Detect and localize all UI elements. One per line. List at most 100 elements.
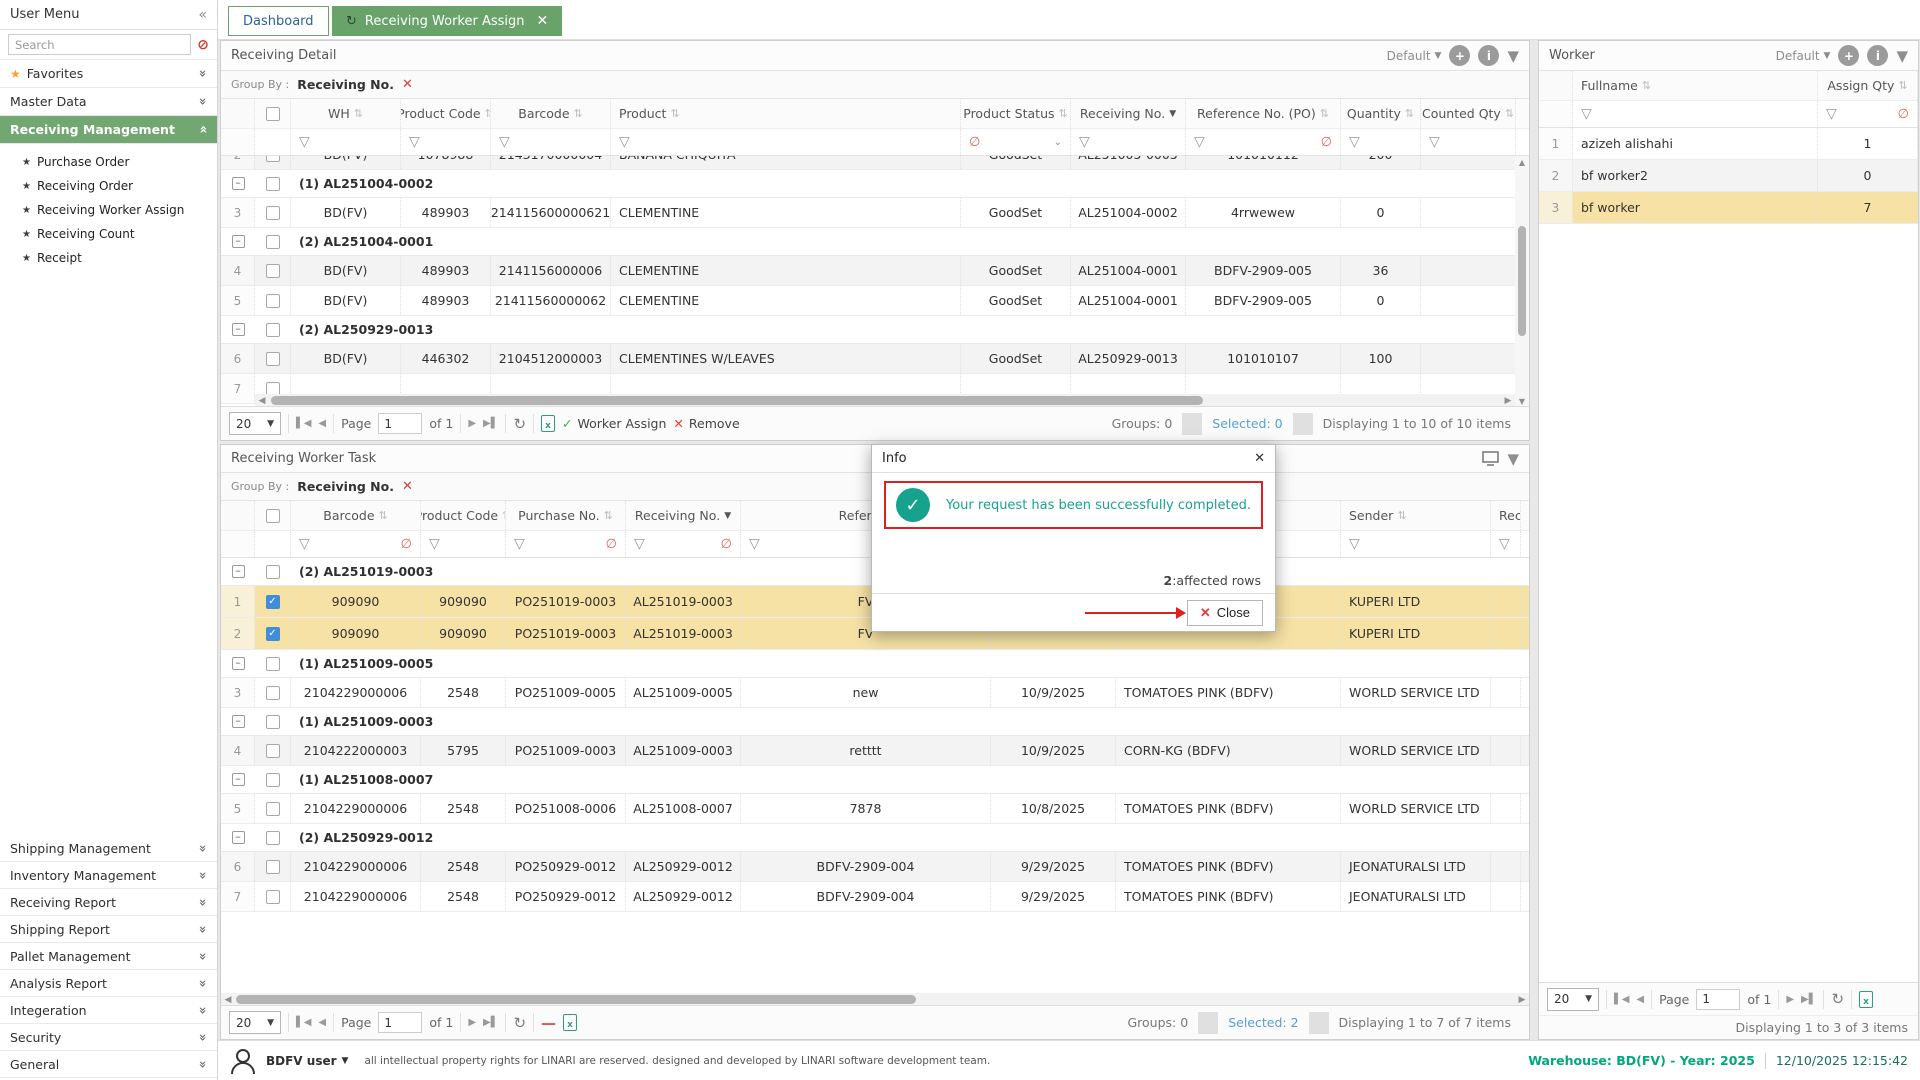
row-checkbox[interactable]	[266, 802, 280, 816]
sort-icon[interactable]: ⇅	[1059, 107, 1068, 120]
sidebar-item-receiving-report[interactable]: Receiving Report«	[0, 889, 217, 916]
group-row[interactable]: –(2) AL250929-0012	[221, 824, 1529, 852]
scroll-left-icon[interactable]: ◀	[255, 396, 269, 406]
sidebar-item-receiving-order[interactable]: ★Receiving Order	[0, 174, 217, 198]
sort-icon[interactable]: ⇅	[670, 107, 679, 120]
scroll-right-icon[interactable]: ▶	[1515, 995, 1529, 1005]
first-page-button[interactable]: ▌◀	[296, 1017, 311, 1028]
row-checkbox[interactable]	[266, 890, 280, 904]
sidebar-item-shipping-report[interactable]: Shipping Report«	[0, 916, 217, 943]
column-header-Product Status[interactable]: Product Status⇅	[961, 99, 1071, 128]
collapse-group-icon[interactable]: –	[232, 657, 245, 670]
column-header-Counted Qty[interactable]: Counted Qty⇅	[1421, 99, 1516, 128]
column-header-Receiving No.[interactable]: Receiving No.▼	[1071, 99, 1186, 128]
filter-funnel-icon[interactable]: ▽	[514, 536, 525, 552]
table-row[interactable]: 2BD(FV)10789882143170000004BANANA CHIQUI…	[221, 156, 1529, 170]
table-row[interactable]: 4BD(FV)4899032141156000006CLEMENTINEGood…	[221, 256, 1529, 286]
filter-funnel-icon[interactable]: ▽	[1499, 536, 1510, 552]
filter-funnel-icon[interactable]: ▽	[299, 536, 310, 552]
page-size-select[interactable]: 20▼	[229, 1011, 281, 1034]
sort-icon[interactable]: ⇅	[1642, 79, 1651, 92]
sidebar-item-receiving-management[interactable]: Receiving Management «	[0, 116, 217, 144]
column-header-Quantity[interactable]: Quantity⇅	[1341, 99, 1421, 128]
filter-select-icon[interactable]: ⌄	[1054, 137, 1062, 148]
last-page-button[interactable]: ▶▌	[483, 418, 498, 429]
excel-export-icon[interactable]: x	[1859, 991, 1873, 1008]
filter-funnel-icon[interactable]: ▽	[499, 134, 510, 150]
close-button[interactable]: ✕ Close	[1187, 600, 1263, 626]
sidebar-item-analysis-report[interactable]: Analysis Report«	[0, 970, 217, 997]
column-header-Rec[interactable]: Rec⇅	[1491, 501, 1521, 530]
sidebar-item-shipping-management[interactable]: Shipping Management«	[0, 835, 217, 862]
filter-funnel-icon[interactable]: ▽	[299, 134, 310, 150]
column-header-WH[interactable]: WH⇅	[291, 99, 401, 128]
table-row[interactable]: 3BD(FV)489903214115600000621CLEMENTINEGo…	[221, 198, 1529, 228]
group-checkbox[interactable]	[266, 773, 280, 787]
row-checkbox[interactable]: ✓	[266, 595, 280, 609]
row-checkbox[interactable]	[266, 352, 280, 366]
collapse-group-icon[interactable]: –	[232, 565, 245, 578]
table-row[interactable]: 3bf worker7	[1539, 192, 1918, 224]
scroll-up-icon[interactable]: ▲	[1515, 158, 1529, 167]
filter-funnel-icon[interactable]: ▽	[1826, 106, 1837, 122]
table-row[interactable]: 721042290000062548PO250929-0012AL250929-…	[221, 882, 1529, 912]
header-checkbox[interactable]	[266, 509, 280, 523]
group-checkbox[interactable]	[266, 235, 280, 249]
selected-count[interactable]: Selected: 0	[1202, 416, 1292, 431]
column-header-Barcode[interactable]: Barcode⇅	[291, 501, 421, 530]
prev-page-button[interactable]: ◀	[318, 1017, 326, 1028]
table-row[interactable]: 2bf worker20	[1539, 160, 1918, 192]
group-checkbox[interactable]	[266, 177, 280, 191]
filter-icon[interactable]: ▼	[1507, 450, 1519, 468]
column-header-Fullname[interactable]: Fullname⇅	[1573, 71, 1818, 100]
sidebar-item-integeration[interactable]: Integeration«	[0, 997, 217, 1024]
scroll-left-icon[interactable]: ◀	[221, 995, 235, 1005]
filter-funnel-icon[interactable]: ▽	[1429, 134, 1440, 150]
filter-funnel-icon[interactable]: ▽	[1581, 106, 1592, 122]
header-checkbox[interactable]	[266, 107, 280, 121]
filter-funnel-icon[interactable]: ▽	[409, 134, 420, 150]
close-icon[interactable]: ✕	[1254, 451, 1265, 466]
page-input[interactable]	[378, 413, 422, 434]
filter-funnel-icon[interactable]: ▽	[1194, 134, 1205, 150]
clear-filter-icon[interactable]: ∅	[606, 537, 617, 552]
column-header-Assign Qty[interactable]: Assign Qty⇅	[1818, 71, 1918, 100]
table-row[interactable]: 521042290000062548PO251008-0006AL251008-…	[221, 794, 1529, 824]
tab-receiving-worker-assign[interactable]: ↻ Receiving Worker Assign ✕	[332, 6, 562, 36]
filter-funnel-icon[interactable]: ▽	[749, 536, 760, 552]
preset-dropdown[interactable]: Default▼	[1776, 49, 1831, 63]
collapse-group-icon[interactable]: –	[232, 323, 245, 336]
row-checkbox[interactable]	[266, 686, 280, 700]
sort-icon[interactable]: ⇅	[379, 509, 388, 522]
sort-icon[interactable]: ⇅	[604, 509, 613, 522]
clear-filter-icon[interactable]: ∅	[1321, 135, 1332, 150]
sidebar-item-receiving-worker-assign[interactable]: ★Receiving Worker Assign	[0, 198, 217, 222]
sidebar-item-favorites[interactable]: ★Favorites «	[0, 60, 217, 88]
first-page-button[interactable]: ▌◀	[296, 418, 311, 429]
row-checkbox[interactable]	[266, 156, 280, 162]
column-header-Reference No. (PO)[interactable]: Reference No. (PO)⇅	[1186, 99, 1341, 128]
filter-funnel-icon[interactable]: ▽	[1079, 134, 1090, 150]
next-page-button[interactable]: ▶	[1786, 994, 1794, 1005]
column-header-Product[interactable]: Product⇅	[611, 99, 961, 128]
table-row[interactable]: 621042290000062548PO250929-0012AL250929-…	[221, 852, 1529, 882]
vertical-scrollbar[interactable]: ▲ ▼	[1515, 156, 1529, 408]
next-page-button[interactable]: ▶	[468, 1017, 476, 1028]
sort-desc-icon[interactable]: ▼	[1169, 109, 1176, 119]
group-row[interactable]: –(1) AL251009-0003	[221, 708, 1529, 736]
last-page-button[interactable]: ▶▌	[1801, 994, 1816, 1005]
monitor-icon[interactable]	[1482, 451, 1499, 466]
column-header-Barcode[interactable]: Barcode⇅	[491, 99, 611, 128]
close-tab-icon[interactable]: ✕	[537, 13, 549, 29]
column-header-Product Code[interactable]: Product Code⇅	[421, 501, 506, 530]
collapse-group-icon[interactable]: –	[232, 235, 245, 248]
refresh-icon[interactable]: ↻	[1831, 990, 1844, 1008]
sort-icon[interactable]: ⇅	[1320, 107, 1329, 120]
group-checkbox[interactable]	[266, 565, 280, 579]
sidebar-item-purchase-order[interactable]: ★Purchase Order	[0, 150, 217, 174]
group-row[interactable]: –(2) AL251004-0001	[221, 228, 1529, 256]
filter-funnel-icon[interactable]: ▽	[1349, 134, 1360, 150]
remove-group-icon[interactable]: ✕	[402, 77, 413, 92]
table-row[interactable]: 5BD(FV)48990321411560000062CLEMENTINEGoo…	[221, 286, 1529, 316]
column-header-Sender[interactable]: Sender⇅	[1341, 501, 1491, 530]
